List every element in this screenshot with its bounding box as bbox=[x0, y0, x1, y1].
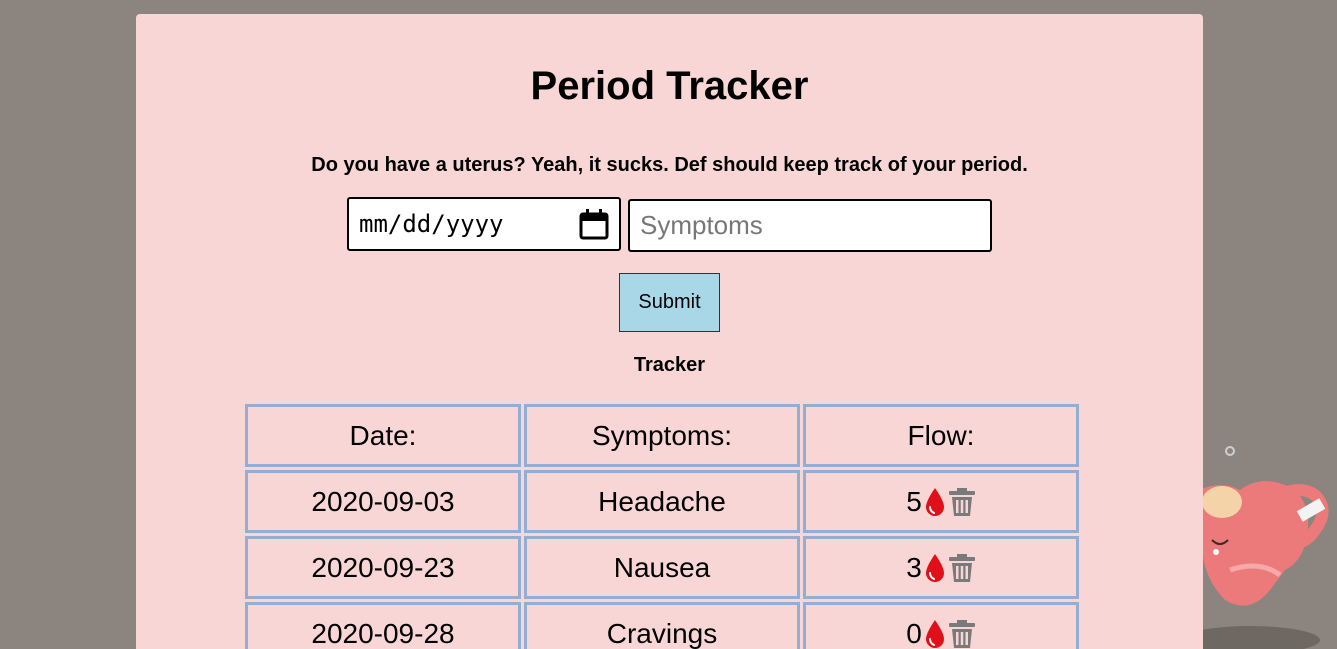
trash-icon[interactable] bbox=[948, 619, 976, 649]
tracker-label: Tracker bbox=[633, 354, 706, 376]
calendar-icon[interactable] bbox=[579, 208, 609, 240]
date-cell: 2020-09-03 bbox=[245, 470, 521, 533]
column-header-date: Date: bbox=[245, 404, 521, 467]
date-input-value: mm/dd/yyyy bbox=[359, 210, 504, 238]
symptoms-cell: Nausea bbox=[524, 536, 800, 599]
tracker-table: Date: Symptoms: Flow: 2020-09-03 Headach… bbox=[242, 401, 1082, 649]
symptoms-cell: Headache bbox=[524, 470, 800, 533]
uterus-mascot bbox=[1190, 446, 1329, 649]
flow-value: 3 bbox=[906, 551, 922, 583]
date-cell: 2020-09-23 bbox=[245, 536, 521, 599]
submit-button[interactable]: Submit bbox=[619, 273, 720, 332]
blood-drop-icon bbox=[925, 619, 944, 648]
flow-value: 0 bbox=[906, 617, 922, 649]
table-header-row: Date: Symptoms: Flow: bbox=[245, 404, 1079, 467]
tagline: Do you have a uterus? Yeah, it sucks. De… bbox=[311, 154, 1028, 176]
flow-cell: 5 bbox=[803, 470, 1079, 533]
flow-cell: 0 bbox=[803, 602, 1079, 649]
blood-drop-icon bbox=[925, 553, 944, 582]
flow-cell: 3 bbox=[803, 536, 1079, 599]
tracker-card: Period Tracker Do you have a uterus? Yea… bbox=[136, 14, 1203, 649]
table-row: 2020-09-28 Cravings 0 bbox=[245, 602, 1079, 649]
trash-icon[interactable] bbox=[948, 553, 976, 583]
symptoms-input[interactable] bbox=[628, 199, 992, 252]
column-header-symptoms: Symptoms: bbox=[524, 404, 800, 467]
page-background: Period Tracker Do you have a uterus? Yea… bbox=[0, 0, 1337, 649]
column-header-flow: Flow: bbox=[803, 404, 1079, 467]
blood-drop-icon bbox=[925, 487, 944, 516]
flow-value: 5 bbox=[906, 485, 922, 517]
symptoms-cell: Cravings bbox=[524, 602, 800, 649]
table-row: 2020-09-03 Headache 5 bbox=[245, 470, 1079, 533]
trash-icon[interactable] bbox=[948, 487, 976, 517]
date-cell: 2020-09-28 bbox=[245, 602, 521, 649]
page-title: Period Tracker bbox=[530, 64, 809, 108]
table-row: 2020-09-23 Nausea 3 bbox=[245, 536, 1079, 599]
date-input[interactable]: mm/dd/yyyy bbox=[347, 197, 621, 251]
